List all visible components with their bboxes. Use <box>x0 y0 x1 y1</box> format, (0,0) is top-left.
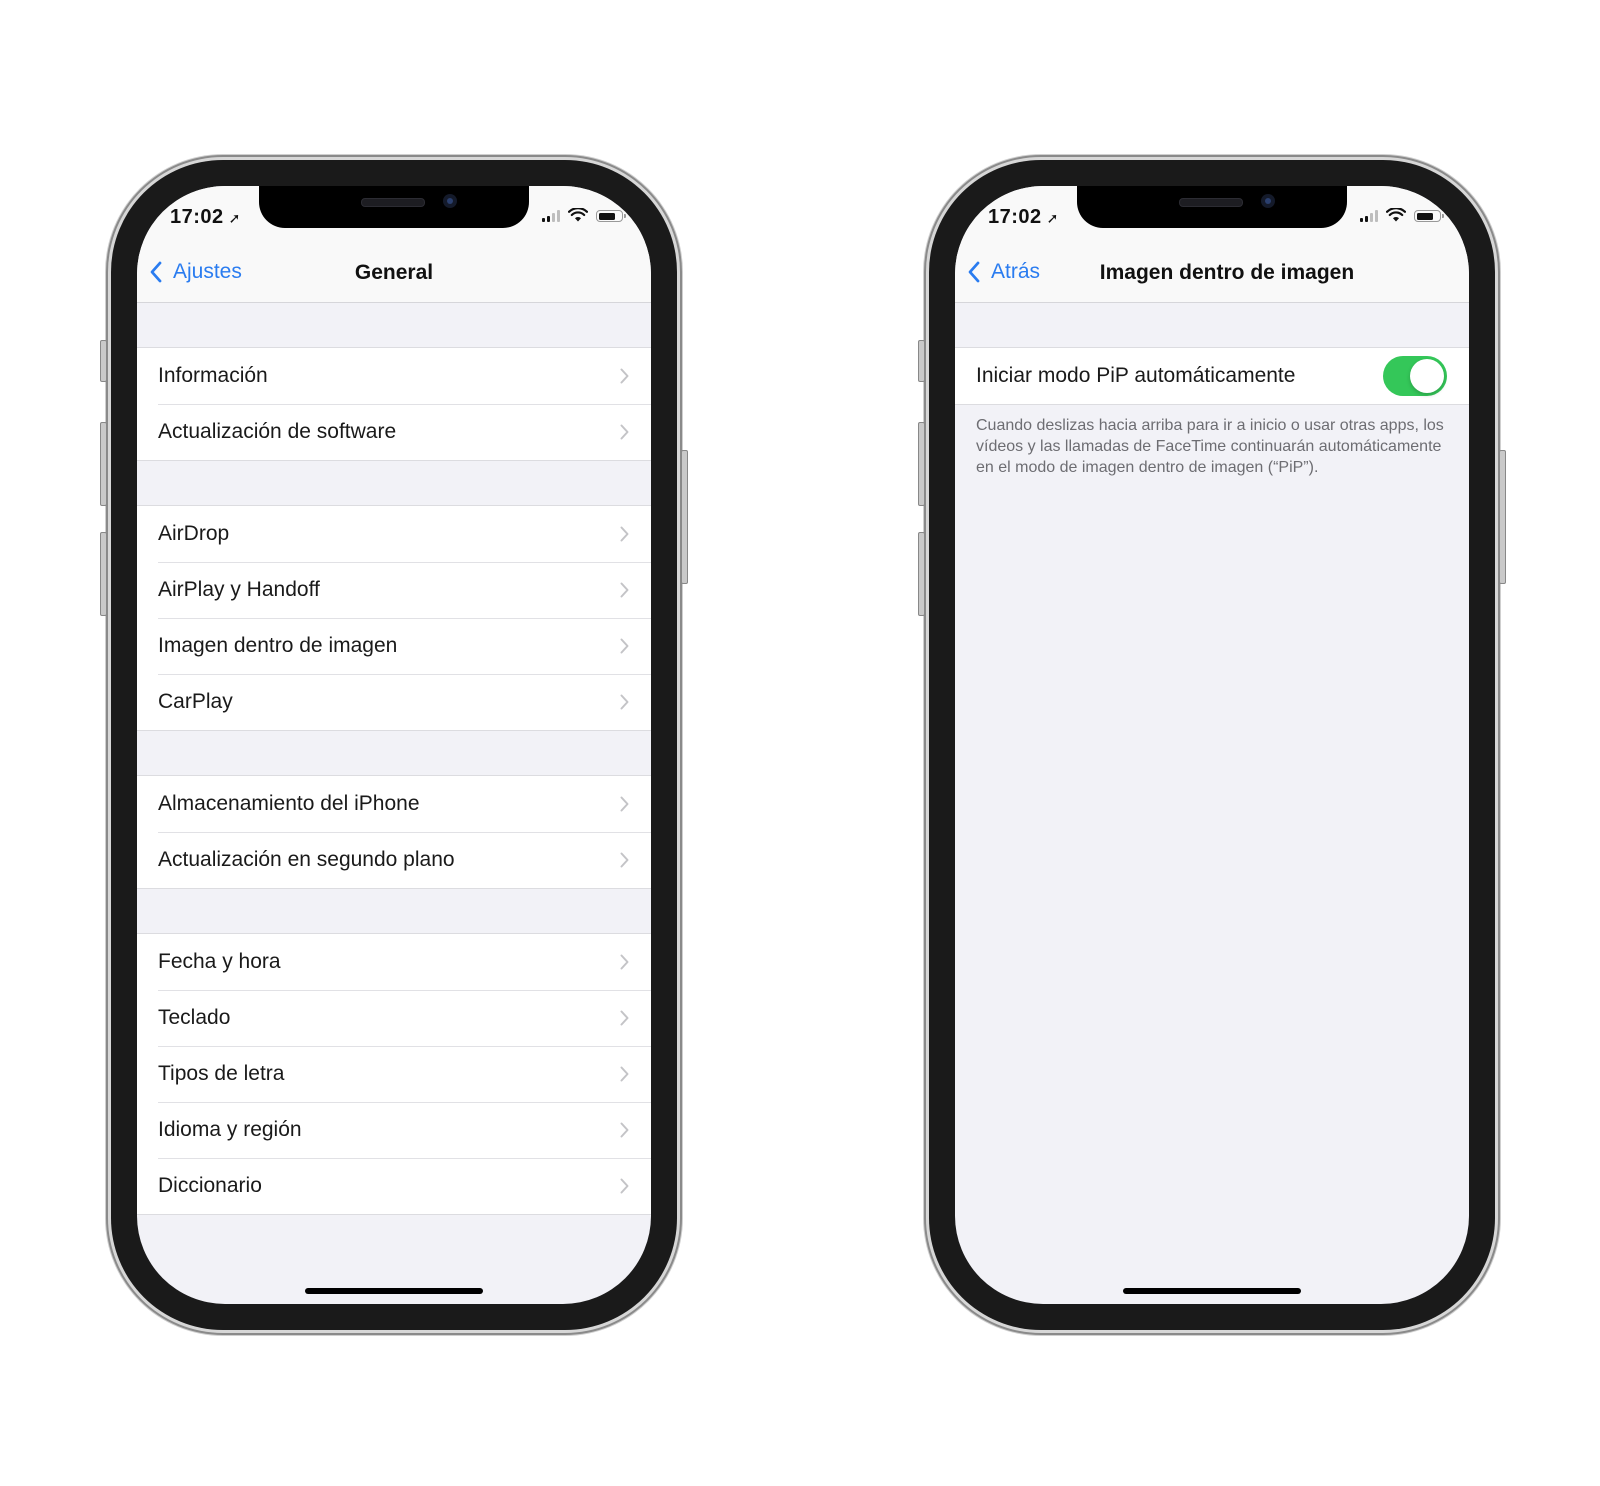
chevron-left-icon <box>968 261 980 283</box>
pip-settings: Iniciar modo PiP automáticamente Cuando … <box>955 303 1469 1304</box>
settings-row[interactable]: AirDrop <box>137 506 651 562</box>
chevron-right-icon <box>620 424 629 440</box>
back-button[interactable]: Atrás <box>967 260 1040 284</box>
settings-row[interactable]: Diccionario <box>137 1158 651 1214</box>
settings-row[interactable]: Teclado <box>137 990 651 1046</box>
settings-group: Información Actualización de software <box>137 347 651 461</box>
status-time: 17:02 ➚ <box>988 206 1059 228</box>
settings-row-label: Diccionario <box>158 1174 262 1197</box>
chevron-right-icon <box>620 694 629 710</box>
settings-row[interactable]: Idioma y región <box>137 1102 651 1158</box>
settings-row[interactable]: CarPlay <box>137 674 651 730</box>
chevron-right-icon <box>620 368 629 384</box>
settings-row-label: Fecha y hora <box>158 950 281 973</box>
chevron-right-icon <box>620 852 629 868</box>
settings-row-label: Actualización de software <box>158 420 397 443</box>
cellular-signal-icon <box>1360 210 1378 222</box>
settings-row-label: AirDrop <box>158 522 230 545</box>
speaker <box>361 198 425 207</box>
volume-up-button <box>100 422 107 506</box>
settings-row-label: Tipos de letra <box>158 1062 285 1085</box>
status-icons <box>1360 208 1444 222</box>
chevron-right-icon <box>620 526 629 542</box>
settings-row-label: Almacenamiento del iPhone <box>158 792 420 815</box>
settings-group: AirDrop AirPlay y Handoff Imagen dentro de… <box>137 505 651 731</box>
chevron-right-icon <box>620 1010 629 1026</box>
pip-auto-label: Iniciar modo PiP automáticamente <box>976 364 1296 387</box>
settings-group: Almacenamiento del iPhone Actualización e… <box>137 775 651 889</box>
front-camera <box>443 194 457 208</box>
settings-row[interactable]: Actualización en segundo plano <box>137 832 651 888</box>
status-icons <box>542 208 626 222</box>
status-time: 17:02 ➚ <box>170 206 241 228</box>
chevron-right-icon <box>620 796 629 812</box>
phone-frame-right: 17:02 ➚ Atrás Imagen dentro de imagen Ini… <box>918 160 1506 1330</box>
volume-down-button <box>100 532 107 616</box>
location-arrow-icon: ➚ <box>1046 210 1059 226</box>
chevron-right-icon <box>620 1122 629 1138</box>
location-arrow-icon: ➚ <box>228 210 241 226</box>
notch <box>259 186 529 228</box>
home-indicator[interactable] <box>1123 1288 1301 1294</box>
screen-pip: 17:02 ➚ Atrás Imagen dentro de imagen Ini… <box>955 186 1469 1304</box>
power-button <box>1499 450 1506 584</box>
settings-row-label: Teclado <box>158 1006 231 1029</box>
settings-row[interactable]: Tipos de letra <box>137 1046 651 1102</box>
cellular-signal-icon <box>542 210 560 222</box>
pip-auto-toggle[interactable] <box>1383 356 1447 396</box>
wifi-icon <box>568 208 588 222</box>
settings-row[interactable]: Almacenamiento del iPhone <box>137 776 651 832</box>
navigation-bar: Ajustes General <box>137 246 651 303</box>
chevron-right-icon <box>620 582 629 598</box>
settings-row-label: AirPlay y Handoff <box>158 578 320 601</box>
back-label: Atrás <box>991 260 1041 283</box>
settings-group: Fecha y hora Teclado Tipos de letra Idioma … <box>137 933 651 1215</box>
silent-switch <box>918 340 925 382</box>
settings-row[interactable]: AirPlay y Handoff <box>137 562 651 618</box>
battery-icon <box>596 210 626 222</box>
page-title: General <box>354 261 434 284</box>
navigation-bar: Atrás Imagen dentro de imagen <box>955 246 1469 303</box>
wifi-icon <box>1386 208 1406 222</box>
screen-general: 17:02 ➚ Ajustes General Información Actual… <box>137 186 651 1304</box>
settings-row[interactable]: Imagen dentro de imagen <box>137 618 651 674</box>
chevron-right-icon <box>620 638 629 654</box>
battery-icon <box>1414 210 1444 222</box>
settings-row[interactable]: Fecha y hora <box>137 934 651 990</box>
settings-row[interactable]: Actualización de software <box>137 404 651 460</box>
settings-group: Iniciar modo PiP automáticamente <box>955 347 1469 405</box>
notch <box>1077 186 1347 228</box>
chevron-right-icon <box>620 1178 629 1194</box>
pip-auto-row: Iniciar modo PiP automáticamente <box>955 348 1469 404</box>
settings-row-label: Información <box>158 364 268 387</box>
speaker <box>1179 198 1243 207</box>
chevron-right-icon <box>620 1066 629 1082</box>
front-camera <box>1261 194 1275 208</box>
settings-row-label: Imagen dentro de imagen <box>158 634 398 657</box>
toggle-knob <box>1410 359 1444 393</box>
settings-row-label: Actualización en segundo plano <box>158 848 455 871</box>
page-title: Imagen dentro de imagen <box>1099 261 1355 284</box>
settings-row-label: CarPlay <box>158 690 233 713</box>
settings-row-label: Idioma y región <box>158 1118 302 1141</box>
volume-down-button <box>918 532 925 616</box>
pip-footer-description: Cuando deslizas hacia arriba para ir a i… <box>976 417 1444 476</box>
phone-frame-left: 17:02 ➚ Ajustes General Información Actual… <box>100 160 688 1330</box>
settings-list: Información Actualización de software Air… <box>137 303 651 1304</box>
home-indicator[interactable] <box>305 1288 483 1294</box>
power-button <box>681 450 688 584</box>
chevron-right-icon <box>620 954 629 970</box>
silent-switch <box>100 340 107 382</box>
volume-up-button <box>918 422 925 506</box>
settings-row[interactable]: Información <box>137 348 651 404</box>
